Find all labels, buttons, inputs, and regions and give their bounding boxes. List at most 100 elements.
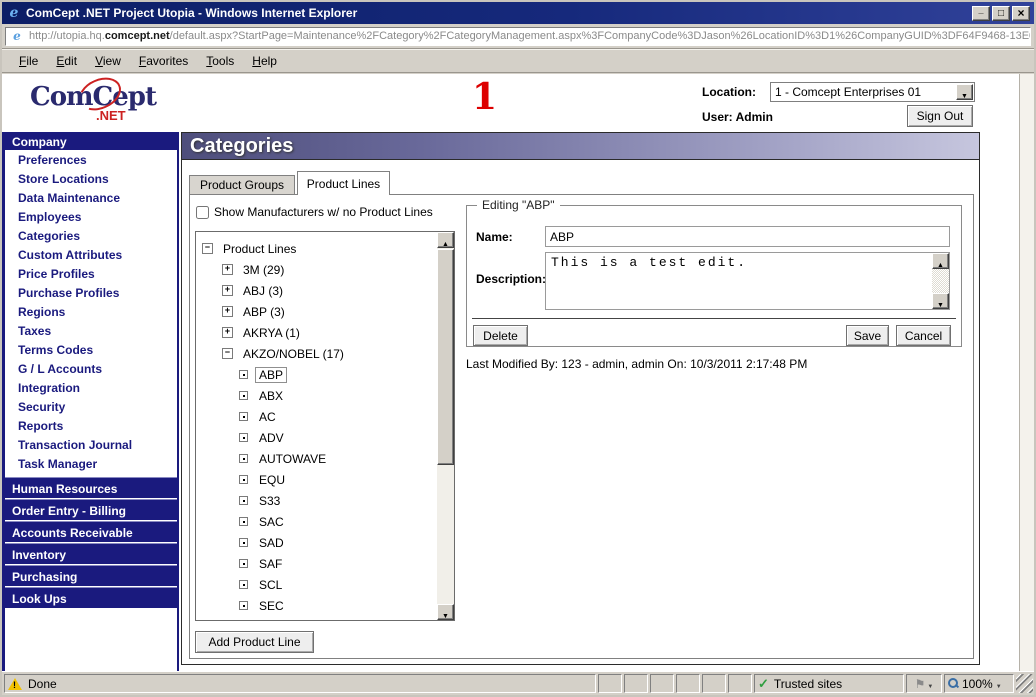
minimize-button[interactable] xyxy=(972,5,990,21)
tree-item[interactable]: SAF xyxy=(196,553,439,574)
page-scrollbar[interactable] xyxy=(1019,74,1034,675)
sidebar-item-employees[interactable]: Employees xyxy=(5,208,177,227)
sidebar-item-purchase-profiles[interactable]: Purchase Profiles xyxy=(5,284,177,303)
sidebar-item-reports[interactable]: Reports xyxy=(5,417,177,436)
location-select[interactable]: 1 - Comcept Enterprises 01 xyxy=(770,82,975,102)
show-manufacturers-checkbox[interactable] xyxy=(196,205,209,219)
maximize-button[interactable] xyxy=(992,5,1010,21)
tree-item[interactable]: SEC xyxy=(196,595,439,616)
sidebar-item-categories[interactable]: Categories xyxy=(5,227,177,246)
tree-item[interactable]: ABP (3) xyxy=(196,301,439,322)
menu-view[interactable]: View xyxy=(86,51,130,71)
close-button[interactable] xyxy=(1012,5,1030,21)
tree-item[interactable]: AUTOWAVE xyxy=(196,448,439,469)
sidebar-item-gl-accounts[interactable]: G / L Accounts xyxy=(5,360,177,379)
sidebar-item-task-manager[interactable]: Task Manager xyxy=(5,455,177,474)
sidebar-item-regions[interactable]: Regions xyxy=(5,303,177,322)
tree-item[interactable]: S33 xyxy=(196,490,439,511)
name-field[interactable] xyxy=(545,226,950,247)
tree-collapse-icon[interactable] xyxy=(222,348,233,359)
menu-edit[interactable]: Edit xyxy=(47,51,86,71)
trusted-sites-text: Trusted sites xyxy=(773,676,843,691)
sidebar-section-accounts-receivable[interactable]: Accounts Receivable xyxy=(5,521,177,542)
tree-scrollbar[interactable] xyxy=(437,232,454,620)
tree-expand-icon[interactable] xyxy=(222,285,233,296)
sidebar-item-terms-codes[interactable]: Terms Codes xyxy=(5,341,177,360)
sidebar-item-preferences[interactable]: Preferences xyxy=(5,151,177,170)
menu-favorites[interactable]: Favorites xyxy=(130,51,197,71)
sidebar-section-look-ups[interactable]: Look Ups xyxy=(5,587,177,608)
scrollbar-thumb[interactable] xyxy=(437,249,454,465)
scroll-down-icon[interactable] xyxy=(932,293,949,309)
scroll-down-icon[interactable] xyxy=(437,604,454,620)
sidebar-item-price-profiles[interactable]: Price Profiles xyxy=(5,265,177,284)
sign-out-button[interactable]: Sign Out xyxy=(907,105,973,127)
tab-product-lines[interactable]: Product Lines xyxy=(297,171,390,195)
tree-leaf-icon xyxy=(239,433,248,442)
tree-leaf-icon xyxy=(239,559,248,568)
sidebar-section-human-resources[interactable]: Human Resources xyxy=(5,477,177,498)
menu-tools[interactable]: Tools xyxy=(197,51,243,71)
zoom-panel[interactable]: 100% xyxy=(944,674,1014,693)
sidebar-item-custom-attributes[interactable]: Custom Attributes xyxy=(5,246,177,265)
sidebar-item-transaction-journal[interactable]: Transaction Journal xyxy=(5,436,177,455)
sidebar-section-purchasing[interactable]: Purchasing xyxy=(5,565,177,586)
tree-item[interactable]: ADV xyxy=(196,427,439,448)
tree-leaf-icon xyxy=(239,454,248,463)
sidebar-section-order-entry-billing[interactable]: Order Entry - Billing xyxy=(5,499,177,520)
sidebar-section-company[interactable]: Company xyxy=(5,132,177,151)
sidebar-item-store-locations[interactable]: Store Locations xyxy=(5,170,177,189)
sidebar-item-taxes[interactable]: Taxes xyxy=(5,322,177,341)
tree-item[interactable]: ABJ (3) xyxy=(196,280,439,301)
menu-help[interactable]: Help xyxy=(243,51,286,71)
product-lines-tree: Product Lines 3M (29) ABJ (3) ABP (3) AK… xyxy=(195,231,455,621)
sidebar-section-inventory[interactable]: Inventory xyxy=(5,543,177,564)
tree-leaf-icon xyxy=(239,412,248,421)
zoom-level-text: 100% xyxy=(962,676,993,691)
tree-item[interactable]: AKZO/NOBEL (17) xyxy=(196,343,439,364)
chevron-down-icon[interactable] xyxy=(996,677,1002,691)
status-trusted-panel: Trusted sites xyxy=(754,674,904,693)
location-value: 1 - Comcept Enterprises 01 xyxy=(775,85,922,99)
sidebar-item-security[interactable]: Security xyxy=(5,398,177,417)
scroll-up-icon[interactable] xyxy=(437,232,454,248)
chevron-down-icon[interactable] xyxy=(927,677,933,691)
user-label: User: Admin xyxy=(702,110,773,124)
tree-item[interactable]: ABX xyxy=(196,385,439,406)
tree-item-root[interactable]: Product Lines xyxy=(196,238,439,259)
tree-expand-icon[interactable] xyxy=(222,264,233,275)
resize-grip[interactable] xyxy=(1016,674,1033,693)
add-product-line-button[interactable]: Add Product Line xyxy=(195,631,314,653)
tree-item-selected[interactable]: ABP xyxy=(196,364,439,385)
save-button[interactable]: Save xyxy=(846,325,889,346)
chevron-down-icon[interactable] xyxy=(956,84,973,100)
tree-item[interactable]: AC xyxy=(196,406,439,427)
tree-item[interactable]: SAC xyxy=(196,511,439,532)
status-segment xyxy=(598,674,622,693)
sidebar-item-data-maintenance[interactable]: Data Maintenance xyxy=(5,189,177,208)
tree-expand-icon[interactable] xyxy=(222,306,233,317)
scroll-up-icon[interactable] xyxy=(932,253,949,269)
tab-product-groups[interactable]: Product Groups xyxy=(189,175,295,194)
tree-leaf-icon xyxy=(239,391,248,400)
tree-leaf-icon xyxy=(239,496,248,505)
description-scrollbar[interactable] xyxy=(932,253,949,309)
sidebar-item-integration[interactable]: Integration xyxy=(5,379,177,398)
tree-item[interactable]: AKRYA (1) xyxy=(196,322,439,343)
menu-file[interactable]: File xyxy=(10,51,47,71)
delete-button[interactable]: Delete xyxy=(473,325,528,346)
tree-item[interactable]: SCL xyxy=(196,574,439,595)
tree-collapse-icon[interactable] xyxy=(202,243,213,254)
protected-mode-panel[interactable] xyxy=(906,674,942,693)
sidebar-nav: Company Preferences Store Locations Data… xyxy=(2,132,179,675)
tree-item[interactable]: SAD xyxy=(196,532,439,553)
url-input[interactable]: e http://utopia.hq.comcept.net/default.a… xyxy=(5,26,1031,46)
status-segment xyxy=(624,674,648,693)
tree-item[interactable]: 3M (29) xyxy=(196,259,439,280)
description-field[interactable]: This is a test edit. xyxy=(546,253,932,309)
cancel-button[interactable]: Cancel xyxy=(896,325,951,346)
tree-item[interactable]: EQU xyxy=(196,469,439,490)
page-favicon: e xyxy=(13,29,21,43)
tree-expand-icon[interactable] xyxy=(222,327,233,338)
status-segment xyxy=(650,674,674,693)
